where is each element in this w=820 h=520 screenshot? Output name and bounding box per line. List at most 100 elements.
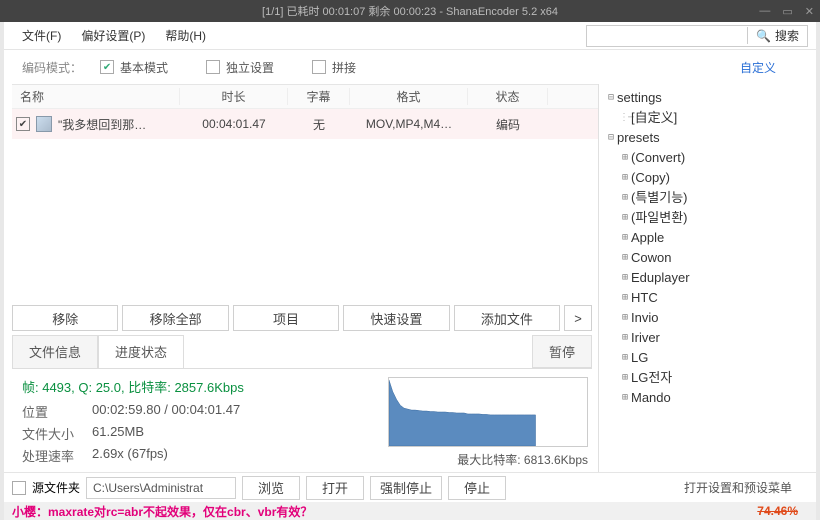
col-duration[interactable]: 时长 (180, 88, 288, 105)
stop-button[interactable]: 停止 (448, 476, 506, 500)
minimize-icon[interactable]: — (759, 5, 770, 18)
plus-icon: ⊞ (619, 288, 631, 308)
col-status[interactable]: 状态 (468, 88, 548, 105)
bitrate-graph (388, 377, 588, 447)
tree-item-label: Eduplayer (631, 268, 690, 288)
menu-file[interactable]: 文件(F) (12, 23, 71, 48)
search-button-label: 搜索 (775, 27, 799, 44)
plus-icon: ⊞ (619, 268, 631, 288)
plus-icon: ⊞ (619, 188, 631, 208)
tree-item-label: Mando (631, 388, 671, 408)
plus-icon: ⊞ (619, 328, 631, 348)
tree-custom[interactable]: ⋮⋯[自定义] (605, 108, 810, 128)
mode-bar: 编码模式： ✔ 基本模式 独立设置 拼接 自定义 (4, 50, 816, 84)
titlebar: [1/1] 已耗时 00:01:07 剩余 00:00:23 - ShanaEn… (0, 0, 820, 22)
force-stop-button[interactable]: 强制停止 (370, 476, 442, 500)
search-input[interactable] (587, 29, 747, 43)
progress-percent: 74.46% (757, 504, 808, 518)
source-folder-checkbox[interactable] (12, 481, 26, 495)
status-bar: 小樱：maxrate对rc=abr不起效果，仅在cbr、vbr有效？ 74.46… (4, 502, 816, 520)
source-folder-label: 源文件夹 (32, 479, 80, 496)
row-subtitle: 无 (288, 116, 350, 133)
open-button[interactable]: 打开 (306, 476, 364, 500)
tree-item[interactable]: ⊞Iriver (605, 328, 810, 348)
speed-label: 处理速率 (22, 446, 92, 465)
remove-all-button[interactable]: 移除全部 (122, 305, 228, 331)
output-path[interactable]: C:\Users\Administrat (86, 477, 236, 499)
tree-line-icon: ⋮⋯ (619, 108, 631, 128)
tree-settings[interactable]: ⊟settings (605, 88, 810, 108)
row-status: 编码 (468, 116, 548, 133)
checkbox-icon (206, 60, 220, 74)
tree-item-label: (Copy) (631, 168, 670, 188)
pause-button[interactable]: 暂停 (532, 335, 592, 368)
tree-item-label: Apple (631, 228, 664, 248)
mode-independent[interactable]: 独立设置 (206, 59, 274, 76)
info-tabs: 文件信息 进度状态 暂停 (12, 335, 592, 369)
tree-presets-label: presets (617, 128, 660, 148)
tree-item[interactable]: ⊞Cowon (605, 248, 810, 268)
tree-item[interactable]: ⊞Apple (605, 228, 810, 248)
tree-item[interactable]: ⊞(파일변환) (605, 208, 810, 228)
bottom-bar: 源文件夹 C:\Users\Administrat 浏览 打开 强制停止 停止 … (4, 472, 816, 502)
col-format[interactable]: 格式 (350, 88, 468, 105)
open-settings-label[interactable]: 打开设置和预设菜单 (684, 479, 808, 496)
checkbox-checked-icon: ✔ (100, 60, 114, 74)
browse-button[interactable]: 浏览 (242, 476, 300, 500)
tree-presets[interactable]: ⊟presets (605, 128, 810, 148)
maximize-icon[interactable]: ▭ (782, 5, 792, 18)
quick-settings-button[interactable]: 快速设置 (343, 305, 449, 331)
custom-link[interactable]: 自定义 (740, 59, 776, 76)
more-button[interactable]: > (564, 305, 592, 331)
tree-item[interactable]: ⊞(Convert) (605, 148, 810, 168)
project-button[interactable]: 项目 (233, 305, 339, 331)
tree-item-label: Iriver (631, 328, 660, 348)
title-text: [1/1] 已耗时 00:01:07 剩余 00:00:23 - ShanaEn… (262, 3, 558, 19)
pos-label: 位置 (22, 402, 92, 421)
tree-item[interactable]: ⊞Invio (605, 308, 810, 328)
search-button[interactable]: 🔍 搜索 (747, 27, 807, 44)
tree-item[interactable]: ⊞LG (605, 348, 810, 368)
row-name: "我多想回到那… (58, 116, 146, 133)
mode-basic-label: 基本模式 (120, 59, 168, 76)
plus-icon: ⊞ (619, 388, 631, 408)
tree-item-label: LG전자 (631, 368, 672, 388)
table-row[interactable]: ✔ "我多想回到那… 00:04:01.47 无 MOV,MP4,M4… 编码 (12, 109, 598, 139)
tree-item[interactable]: ⊞HTC (605, 288, 810, 308)
mode-label: 编码模式： (22, 59, 82, 76)
tree-item[interactable]: ⊞(Copy) (605, 168, 810, 188)
tree-item[interactable]: ⊞(특별기능) (605, 188, 810, 208)
menu-preferences[interactable]: 偏好设置(P) (71, 23, 155, 48)
preset-tree: ⊟settings ⋮⋯[自定义] ⊟presets ⊞(Convert)⊞(C… (598, 84, 816, 472)
col-subtitle[interactable]: 字幕 (288, 88, 350, 105)
mode-independent-label: 独立设置 (226, 59, 274, 76)
row-format: MOV,MP4,M4… (350, 117, 468, 131)
tree-item-label: Invio (631, 308, 658, 328)
progress-panel: 帧: 4493, Q: 25.0, 比特率: 2857.6Kbps 位置00:0… (12, 369, 598, 472)
tree-item[interactable]: ⊞LG전자 (605, 368, 810, 388)
mode-concat-label: 拼接 (332, 59, 356, 76)
tree-item[interactable]: ⊞Mando (605, 388, 810, 408)
row-checkbox[interactable]: ✔ (16, 117, 30, 131)
tree-item[interactable]: ⊞Eduplayer (605, 268, 810, 288)
search-box: 🔍 搜索 (586, 25, 808, 47)
menu-help[interactable]: 帮助(H) (155, 23, 216, 48)
remove-button[interactable]: 移除 (12, 305, 118, 331)
minus-icon: ⊟ (605, 88, 617, 108)
plus-icon: ⊞ (619, 348, 631, 368)
tab-progress[interactable]: 进度状态 (98, 335, 184, 368)
speed-value: 2.69x (67fps) (92, 446, 168, 465)
size-label: 文件大小 (22, 424, 92, 443)
col-name[interactable]: 名称 (12, 88, 180, 105)
add-file-button[interactable]: 添加文件 (454, 305, 560, 331)
mode-concat[interactable]: 拼接 (312, 59, 356, 76)
max-bitrate-label: 最大比特率: 6813.6Kbps (388, 451, 588, 468)
plus-icon: ⊞ (619, 228, 631, 248)
row-duration: 00:04:01.47 (180, 117, 288, 131)
table-header: 名称 时长 字幕 格式 状态 (12, 85, 598, 109)
tree-item-label: HTC (631, 288, 658, 308)
tab-file-info[interactable]: 文件信息 (12, 335, 98, 368)
progress-stats: 帧: 4493, Q: 25.0, 比特率: 2857.6Kbps (22, 377, 376, 396)
mode-basic[interactable]: ✔ 基本模式 (100, 59, 168, 76)
close-icon[interactable]: ✕ (805, 5, 814, 18)
